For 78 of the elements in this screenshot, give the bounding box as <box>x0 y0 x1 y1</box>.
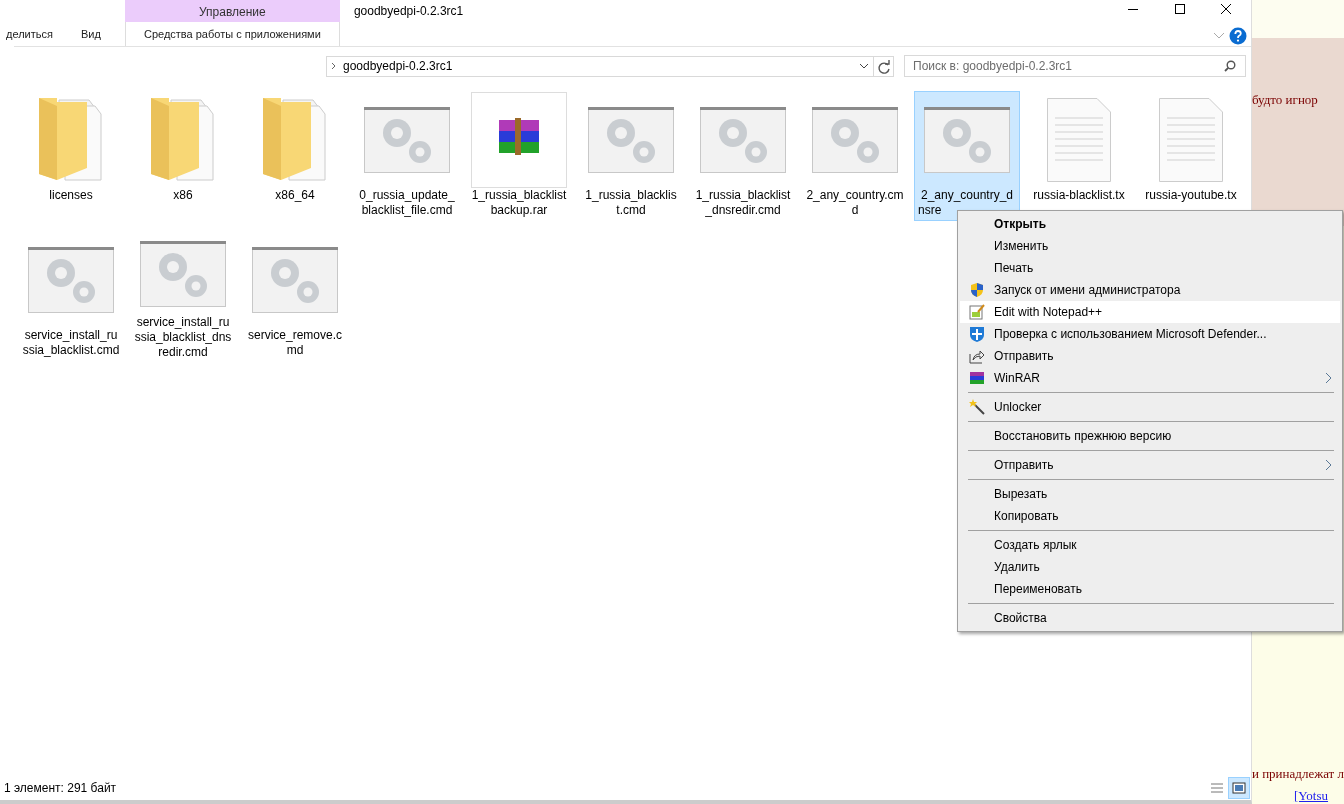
file-item[interactable]: 2_any_country.cmd <box>802 91 908 221</box>
gears-icon <box>252 247 338 313</box>
address-bar[interactable]: goodbyedpi-0.2.3rc1 <box>326 55 874 77</box>
notepad-icon <box>969 304 985 320</box>
folder-icon <box>151 98 215 182</box>
file-name: x86 <box>172 188 194 203</box>
ribbon-tab[interactable]: Вид <box>66 22 115 46</box>
gears-icon <box>924 107 1010 173</box>
file-item[interactable]: x86 <box>130 91 236 221</box>
file-name: licenses <box>48 188 94 203</box>
shield-icon <box>969 326 985 342</box>
file-name: service_install_russia_blacklist.cmd <box>22 328 120 358</box>
file-name: 1_russia_blacklist.cmd <box>584 188 678 218</box>
file-name: x86_64 <box>274 188 316 203</box>
ribbon-tab[interactable]: Средства работы с приложениями <box>124 22 340 46</box>
menu-item[interactable]: Переименовать <box>960 578 1340 600</box>
shield-icon <box>969 282 985 298</box>
file-name: 2_any_country.cmd <box>806 188 904 218</box>
search-field[interactable]: Поиск в: goodbyedpi-0.2.3rc1 <box>904 55 1246 77</box>
file-item[interactable]: 0_russia_update_blacklist_file.cmd <box>354 91 460 221</box>
menu-item[interactable]: Удалить <box>960 556 1340 578</box>
text-file-icon <box>1047 98 1111 182</box>
text-file-icon <box>1159 98 1223 182</box>
page-text: и принадлежат л <box>1251 766 1344 782</box>
file-name: service_remove.cmd <box>247 328 343 358</box>
ribbon-group-header: Управление <box>124 0 340 22</box>
gears-icon <box>364 107 450 173</box>
menu-item[interactable]: Создать ярлык <box>960 534 1340 556</box>
file-item[interactable]: 1_russia_blacklist.cmd <box>578 91 684 221</box>
help-icon[interactable] <box>1228 27 1247 45</box>
gears-icon <box>28 247 114 313</box>
status-text: 1 элемент: 291 байт <box>4 781 117 795</box>
menu-item[interactable]: Изменить <box>960 235 1340 257</box>
file-name: russia-blacklist.tx <box>1032 188 1126 203</box>
file-name: 0_russia_update_blacklist_file.cmd <box>358 188 456 218</box>
file-name: russia-youtube.tx <box>1144 188 1238 203</box>
menu-item[interactable]: Копировать <box>960 505 1340 527</box>
file-item[interactable]: 1_russia_blacklist backup.rar <box>466 91 572 221</box>
page-text: будто игнор <box>1251 92 1318 107</box>
window-title: goodbyedpi-0.2.3rc1 <box>353 4 464 20</box>
menu-item[interactable]: Вырезать <box>960 483 1340 505</box>
file-item[interactable]: service_install_russia_blacklist_dnsredir.cmd <box>130 231 236 361</box>
menu-item[interactable]: Печать <box>960 257 1340 279</box>
menu-item[interactable]: Запуск от имени администратора <box>960 279 1340 301</box>
menu-item[interactable]: Свойства <box>960 607 1340 629</box>
share-icon <box>969 348 985 364</box>
wand-icon <box>969 399 985 415</box>
address-path: goodbyedpi-0.2.3rc1 <box>343 59 453 73</box>
menu-item[interactable]: Восстановить прежнюю версию <box>960 425 1340 447</box>
menu-item[interactable]: Edit with Notepad++ <box>960 301 1340 323</box>
file-item[interactable]: 1_russia_blacklist_dnsredir.cmd <box>690 91 796 221</box>
dropdown-icon[interactable] <box>859 63 869 69</box>
gears-icon <box>812 107 898 173</box>
large-icons-view-button[interactable] <box>1228 778 1249 798</box>
refresh-button[interactable] <box>874 55 894 77</box>
search-icon[interactable] <box>1224 60 1236 72</box>
archive-icon <box>471 92 567 188</box>
page-link[interactable]: [Yotsu <box>1293 788 1344 804</box>
gears-icon <box>588 107 674 173</box>
menu-item[interactable]: Проверка с использованием Microsoft Defender... <box>960 323 1340 345</box>
ribbon-tab[interactable]: делиться <box>0 22 67 46</box>
menu-item[interactable]: Отправить <box>960 345 1340 367</box>
menu-item[interactable]: Unlocker <box>960 396 1340 418</box>
folder-icon <box>263 98 327 182</box>
file-name: 1_russia_blacklist backup.rar <box>470 188 568 218</box>
file-item[interactable]: x86_64 <box>242 91 348 221</box>
chevron-right-icon <box>331 62 337 70</box>
file-name: 1_russia_blacklist_dnsredir.cmd <box>694 188 792 218</box>
file-item[interactable]: service_remove.cmd <box>242 231 348 361</box>
gears-icon <box>700 107 786 173</box>
gears-icon <box>140 240 226 307</box>
archive-icon <box>969 370 985 386</box>
file-item[interactable]: service_install_russia_blacklist.cmd <box>18 231 124 361</box>
menu-item[interactable]: Отправить <box>960 454 1340 476</box>
menu-item[interactable]: WinRAR <box>960 367 1340 389</box>
file-item[interactable]: licenses <box>18 91 124 221</box>
folder-icon <box>39 98 103 182</box>
file-name: service_install_russia_blacklist_dnsredir.cmd <box>134 315 232 360</box>
